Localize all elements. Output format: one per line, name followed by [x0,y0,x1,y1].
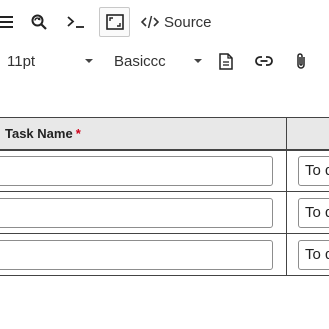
column-header-task-name: Task Name * [0,117,287,151]
task-name-cell [0,149,287,192]
chevron-down-icon [85,59,93,63]
editor-screen: Source 11pt Basiccc Task Name * To To To [0,0,329,329]
insert-document-button[interactable] [216,47,236,75]
task-name-header-label: Task Name [5,125,73,141]
status-cell: To do [286,233,329,276]
menu-button[interactable] [0,7,16,37]
status-select[interactable]: To do [298,239,329,270]
menu-icon [0,15,13,29]
column-header-status [286,117,329,151]
status-cell: To do [286,191,329,234]
status-select[interactable]: To do [298,155,329,186]
font-size-value: 11pt [7,52,36,70]
search-replace-button[interactable] [26,7,52,37]
task-name-cell [0,191,287,234]
insert-link-button[interactable] [252,47,276,75]
task-name-cell [0,233,287,276]
formatting-toolbar: 11pt Basiccc [0,44,329,78]
terminal-icon [66,15,86,29]
table-row: To do [0,233,329,276]
task-name-input[interactable] [0,239,273,270]
fullscreen-button[interactable] [99,7,130,37]
font-family-select[interactable]: Basiccc [114,47,206,75]
tasks-table: Task Name* To do [0,117,329,276]
required-marker: * [75,125,81,141]
source-label: Source [164,13,212,31]
document-icon [219,52,233,70]
link-icon [255,56,273,66]
search-replace-icon [30,13,48,31]
font-family-value: Basiccc [114,52,166,70]
font-size-select[interactable]: 11pt [7,47,97,75]
task-name-input[interactable] [0,155,273,186]
chevron-down-icon [194,59,202,63]
table-header-row: Task Name * [0,117,329,151]
code-view-button[interactable] [62,7,90,37]
paperclip-icon [295,52,307,70]
fullscreen-icon [105,14,124,30]
code-icon [141,15,159,29]
attach-file-button[interactable] [292,47,310,75]
task-name-input[interactable] [0,197,273,228]
main-toolbar: Source [0,0,329,44]
status-cell: To do [286,149,329,192]
status-select[interactable]: To do [298,197,329,228]
table-row: To do [0,149,329,192]
source-button[interactable]: Source [141,7,219,37]
table-row: To do [0,191,329,234]
